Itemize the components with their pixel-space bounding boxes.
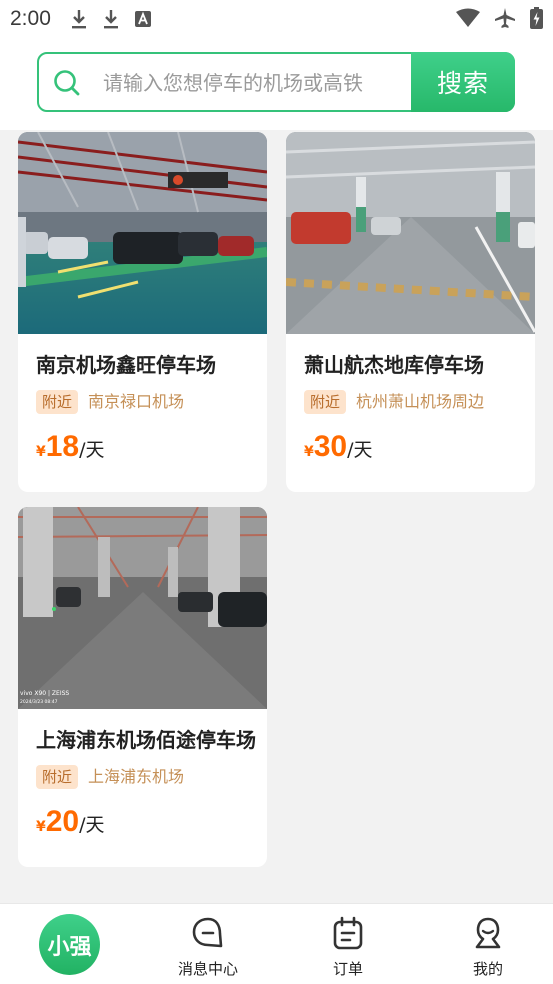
nearby-badge: 附近 <box>36 765 79 789</box>
price-value: 18 <box>45 430 80 463</box>
font-icon <box>135 11 151 27</box>
search-icon <box>54 70 80 96</box>
user-icon <box>475 917 501 949</box>
parking-lot-name: 上海浦东机场佰途停车场 <box>36 728 256 752</box>
price-value: 30 <box>313 430 348 463</box>
battery-charging-icon <box>530 7 543 29</box>
search-input[interactable] <box>101 64 405 102</box>
message-icon <box>192 917 223 948</box>
download-icon <box>104 10 118 29</box>
tab-orders[interactable]: 订单 <box>298 904 398 984</box>
tab-label: 我的 <box>472 960 503 978</box>
tab-home[interactable]: 小强 <box>20 904 120 984</box>
parking-lot-name: 萧山航杰地库停车场 <box>304 353 484 377</box>
parking-card[interactable]: vivo X90 | ZEISS 2024/3/23 08:47 上海浦东机场佰… <box>18 507 267 867</box>
parking-lot-name: 南京机场鑫旺停车场 <box>36 353 216 377</box>
parking-card[interactable]: 萧山航杰地库停车场 附近 杭州萧山机场周边 ¥30/天 <box>286 132 535 492</box>
wifi-icon <box>456 8 480 27</box>
price: ¥18/天 <box>36 430 105 464</box>
parking-lot-photo <box>18 132 267 334</box>
status-bar: 2:00 <box>0 0 553 38</box>
parking-lot-photo <box>286 132 535 334</box>
parking-card[interactable]: 南京机场鑫旺停车场 附近 南京禄口机场 ¥18/天 <box>18 132 267 492</box>
nearby-badge: 附近 <box>36 390 79 414</box>
currency-symbol: ¥ <box>36 819 46 835</box>
nearby-badge: 附近 <box>304 390 347 414</box>
system-icons <box>456 7 543 29</box>
status-time: 2:00 <box>10 7 51 30</box>
location-text: 南京禄口机场 <box>88 392 185 411</box>
currency-symbol: ¥ <box>304 444 314 460</box>
search-button[interactable]: 搜索 <box>411 52 515 112</box>
price: ¥30/天 <box>304 430 373 464</box>
price-unit: /天 <box>79 814 105 836</box>
photo-watermark: vivo X90 | ZEISS <box>20 690 69 697</box>
parking-lot-photo: vivo X90 | ZEISS 2024/3/23 08:47 <box>18 507 267 709</box>
location-text: 上海浦东机场 <box>88 767 185 786</box>
airplane-mode-icon <box>495 8 515 28</box>
currency-symbol: ¥ <box>36 444 46 460</box>
price-unit: /天 <box>347 439 373 461</box>
location-text: 杭州萧山机场周边 <box>356 392 485 411</box>
bottom-tab-bar: 小强 消息中心 订单 我的 <box>0 903 553 984</box>
photo-date: 2024/3/23 08:47 <box>20 699 58 705</box>
tab-label: 订单 <box>332 960 363 978</box>
price-value: 20 <box>45 805 80 838</box>
download-icon <box>72 10 86 29</box>
search-area: 搜索 <box>0 38 553 130</box>
price: ¥20/天 <box>36 805 105 839</box>
home-logo: 小强 <box>39 914 100 975</box>
order-icon <box>333 916 363 950</box>
price-unit: /天 <box>79 439 105 461</box>
notification-icons <box>70 8 152 30</box>
tab-mine[interactable]: 我的 <box>438 904 538 984</box>
tab-messages[interactable]: 消息中心 <box>158 904 258 984</box>
search-box[interactable]: 搜索 <box>37 52 515 112</box>
tab-label: 消息中心 <box>177 960 238 978</box>
